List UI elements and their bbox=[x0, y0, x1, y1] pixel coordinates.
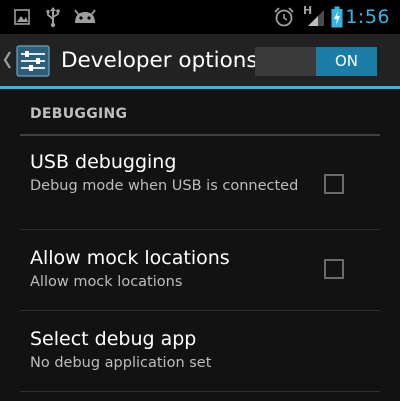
up-caret-icon[interactable] bbox=[2, 48, 12, 72]
signal-icon bbox=[308, 10, 324, 26]
status-time: 1:56 bbox=[345, 6, 390, 28]
allow-mock-locations-checkbox[interactable] bbox=[324, 259, 344, 279]
pref-title: Allow mock locations bbox=[30, 247, 230, 269]
pref-usb-debugging[interactable]: USB debugging Debug mode when USB is con… bbox=[20, 149, 380, 227]
section-header-debugging: DEBUGGING bbox=[30, 106, 128, 122]
usb-icon bbox=[46, 7, 60, 28]
screen: H 1:56 Developer options ON DEBUGGING US… bbox=[0, 0, 400, 401]
pref-summary: No debug application set bbox=[30, 355, 212, 371]
status-bar: H 1:56 bbox=[0, 0, 400, 34]
developer-options-toggle[interactable]: ON bbox=[255, 47, 377, 76]
section-divider bbox=[20, 134, 380, 136]
usb-debugging-checkbox[interactable] bbox=[324, 174, 344, 194]
page-title: Developer options bbox=[61, 48, 258, 73]
pref-title: Select debug app bbox=[30, 328, 197, 350]
pref-select-debug-app[interactable]: Select debug app No debug application se… bbox=[20, 326, 380, 386]
toggle-on-label: ON bbox=[316, 47, 377, 76]
list-divider bbox=[20, 391, 380, 392]
android-debug-icon bbox=[74, 9, 96, 23]
list-divider bbox=[20, 310, 380, 311]
alarm-icon bbox=[274, 7, 294, 27]
battery-charging-icon bbox=[331, 6, 343, 28]
gallery-notification-icon bbox=[14, 9, 30, 25]
settings-sliders-icon[interactable] bbox=[14, 43, 52, 79]
action-bar: Developer options ON bbox=[0, 34, 400, 89]
pref-summary: Allow mock locations bbox=[30, 274, 183, 290]
pref-summary: Debug mode when USB is connected bbox=[30, 178, 299, 194]
action-bar-divider bbox=[0, 86, 400, 89]
list-divider bbox=[20, 229, 380, 230]
pref-allow-mock-locations[interactable]: Allow mock locations Allow mock location… bbox=[20, 245, 380, 305]
pref-title: USB debugging bbox=[30, 151, 177, 173]
